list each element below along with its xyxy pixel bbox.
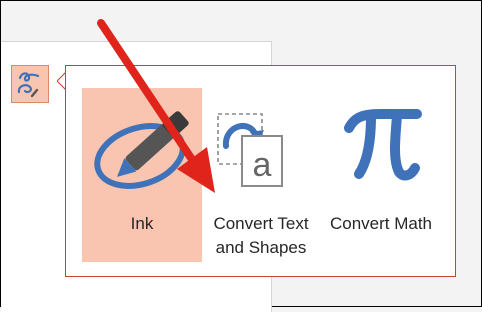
window-frame: Ink a Convert Text and Shapes Convert Ma… xyxy=(0,0,482,312)
ink-to-shape-icon xyxy=(17,72,40,98)
ink-pen-icon xyxy=(94,111,189,189)
ink-options-menu: Ink a Convert Text and Shapes Convert Ma… xyxy=(65,65,456,277)
option-ink[interactable]: Ink xyxy=(82,88,202,262)
option-convert-text-shapes-label: Convert Text and Shapes xyxy=(213,214,309,257)
convert-shapes-icon: a xyxy=(217,113,283,187)
option-convert-math[interactable]: Convert Math xyxy=(321,88,441,262)
option-ink-label: Ink xyxy=(130,214,154,233)
option-convert-text-shapes[interactable]: a Convert Text and Shapes xyxy=(206,88,316,262)
ink-editor-button[interactable] xyxy=(11,65,49,103)
pi-icon xyxy=(344,109,422,181)
option-convert-math-label: Convert Math xyxy=(329,214,433,233)
svg-text:a: a xyxy=(253,146,272,184)
